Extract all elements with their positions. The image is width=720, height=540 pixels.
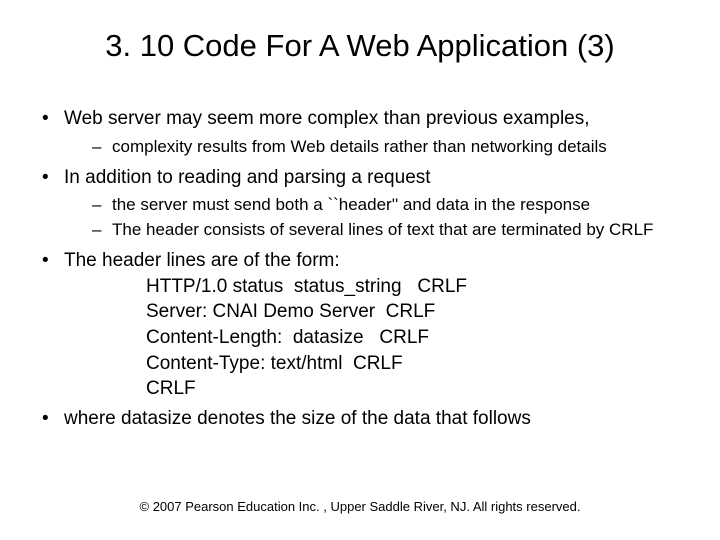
bullet-1: Web server may seem more complex than pr… xyxy=(36,106,684,159)
bullet-2-sub: the server must send both a ``header'' a… xyxy=(64,194,684,242)
footer-copyright: © 2007 Pearson Education Inc. , Upper Sa… xyxy=(0,499,720,514)
slide-title: 3. 10 Code For A Web Application (3) xyxy=(36,28,684,64)
header-line-2: Server: CNAI Demo Server CRLF xyxy=(146,299,684,325)
bullet-3-text: The header lines are of the form: xyxy=(64,250,340,271)
bullet-list: Web server may seem more complex than pr… xyxy=(36,106,684,432)
header-line-3: Content-Length: datasize CRLF xyxy=(146,325,684,351)
header-lines: HTTP/1.0 status status_string CRLF Serve… xyxy=(64,274,684,402)
bullet-1-sub-1: complexity results from Web details rath… xyxy=(64,136,684,159)
bullet-1-sub: complexity results from Web details rath… xyxy=(64,136,684,159)
slide: 3. 10 Code For A Web Application (3) Web… xyxy=(0,0,720,540)
header-line-4: Content-Type: text/html CRLF xyxy=(146,351,684,377)
bullet-3: The header lines are of the form: HTTP/1… xyxy=(36,248,684,402)
bullet-1-text: Web server may seem more complex than pr… xyxy=(64,108,590,129)
bullet-2-text: In addition to reading and parsing a req… xyxy=(64,167,431,188)
bullet-4: where datasize denotes the size of the d… xyxy=(36,406,684,432)
bullet-2-sub-2: The header consists of several lines of … xyxy=(64,219,684,242)
header-line-1: HTTP/1.0 status status_string CRLF xyxy=(146,274,684,300)
bullet-2-sub-1: the server must send both a ``header'' a… xyxy=(64,194,684,217)
bullet-2: In addition to reading and parsing a req… xyxy=(36,165,684,243)
header-line-5: CRLF xyxy=(146,376,684,402)
